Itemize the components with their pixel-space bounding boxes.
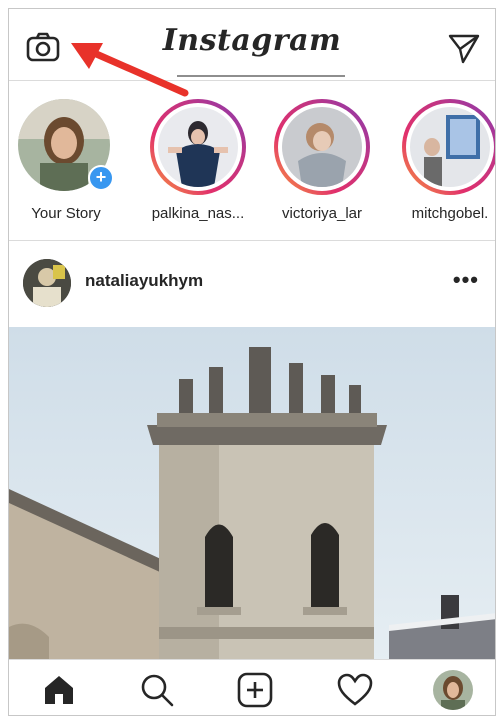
more-options-icon[interactable]: •••: [453, 267, 479, 293]
story-item[interactable]: victoriya_lar: [267, 99, 377, 222]
post-photo[interactable]: [9, 327, 495, 667]
story-username: victoriya_lar: [281, 205, 363, 222]
avatar: [410, 107, 490, 187]
home-icon[interactable]: [39, 670, 79, 710]
add-story-badge[interactable]: +: [88, 165, 114, 191]
bottom-tab-bar: [9, 659, 495, 715]
avatar: [282, 107, 362, 187]
paper-plane-icon[interactable]: [447, 31, 481, 65]
story-ring: [150, 99, 246, 195]
story-ring: +: [18, 99, 114, 195]
post-avatar[interactable]: [23, 259, 71, 307]
story-username: mitchgobel.: [411, 205, 489, 222]
profile-avatar[interactable]: [433, 670, 473, 710]
story-item[interactable]: mitchgobel.: [395, 99, 495, 222]
story-your-story[interactable]: + Your Story: [11, 99, 121, 222]
story-item[interactable]: palkina_nas...: [143, 99, 253, 222]
search-icon[interactable]: [137, 670, 177, 710]
add-post-icon[interactable]: [235, 670, 275, 710]
post-header: nataliayukhym •••: [9, 241, 495, 321]
heart-icon[interactable]: [335, 670, 375, 710]
post-username[interactable]: nataliayukhym: [85, 271, 203, 291]
avatar: [158, 107, 238, 187]
stories-tray: + Your Story palkina_nas... victoriya_la…: [9, 81, 495, 241]
story-username: Your Story: [31, 205, 101, 222]
story-username: palkina_nas...: [151, 205, 245, 222]
story-ring: [402, 99, 495, 195]
instagram-app-frame: Instagram + Your Story palkina_nas... vi…: [8, 8, 496, 716]
story-ring: [274, 99, 370, 195]
